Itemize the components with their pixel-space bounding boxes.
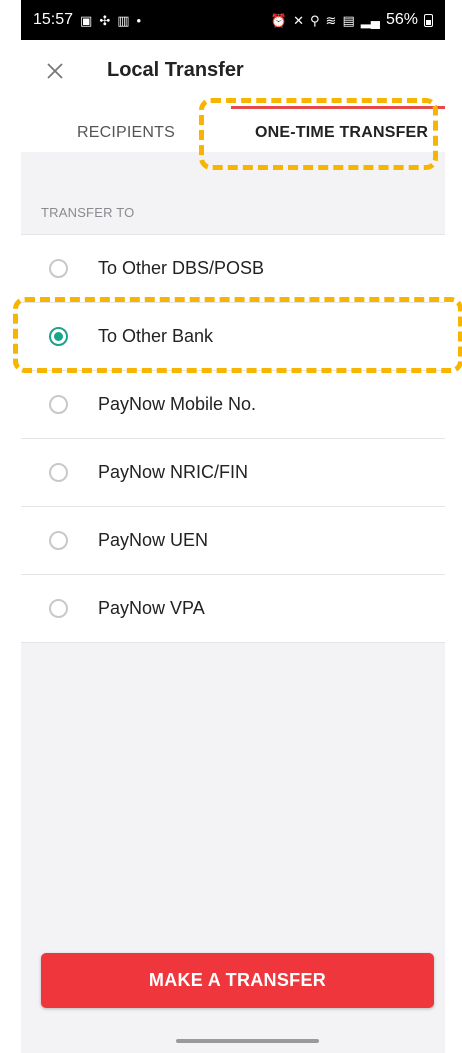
make-transfer-button[interactable]: MAKE A TRANSFER (41, 953, 434, 1008)
highlight-annotation-tab (199, 98, 438, 170)
mute-icon: ✕ (293, 12, 305, 28)
option-paynow-nric-fin[interactable]: PayNow NRIC/FIN (21, 439, 445, 507)
volte-icon: ▤ (342, 12, 355, 28)
section-label: TRANSFER TO (41, 205, 135, 220)
dot-icon: • (136, 12, 142, 28)
option-label: PayNow NRIC/FIN (98, 462, 249, 482)
transfer-option-list: To Other DBS/POSB To Other Bank PayNow M… (21, 234, 445, 643)
radio-button[interactable] (49, 259, 68, 278)
radio-button[interactable] (49, 463, 68, 482)
option-label: PayNow UEN (98, 530, 209, 550)
battery-percent: 56% (385, 11, 418, 28)
option-label: To Other DBS/POSB (98, 258, 265, 278)
radio-button[interactable] (49, 599, 68, 618)
battery-icon (424, 13, 433, 27)
option-label: PayNow Mobile No. (98, 394, 257, 414)
option-paynow-uen[interactable]: PayNow UEN (21, 507, 445, 575)
tab-recipients[interactable]: RECIPIENTS (77, 124, 175, 142)
page-title: Local Transfer (107, 59, 244, 81)
close-icon[interactable] (44, 60, 66, 82)
signal-icon: ▂▄ (360, 12, 380, 28)
image-icon: ▣ (80, 12, 93, 28)
highlight-annotation-option (13, 297, 462, 373)
radio-button[interactable] (49, 531, 68, 550)
status-bar: 15:57 ▣ ✣ ▥ • ⏰ ✕ ⚲ ≋ ▤ ▂▄ 56% (21, 0, 445, 40)
fan-icon: ✣ (99, 12, 111, 28)
option-paynow-vpa[interactable]: PayNow VPA (21, 575, 445, 643)
status-time: 15:57 (33, 11, 74, 28)
wifi-icon: ≋ (325, 12, 337, 28)
option-other-dbs-posb[interactable]: To Other DBS/POSB (21, 235, 445, 303)
linkedin-icon: ▥ (117, 12, 130, 28)
radio-button[interactable] (49, 395, 68, 414)
option-paynow-mobile[interactable]: PayNow Mobile No. (21, 371, 445, 439)
location-icon: ⚲ (310, 12, 320, 28)
alarm-icon: ⏰ (270, 12, 288, 28)
home-indicator (176, 1039, 319, 1043)
option-label: PayNow VPA (98, 598, 205, 618)
